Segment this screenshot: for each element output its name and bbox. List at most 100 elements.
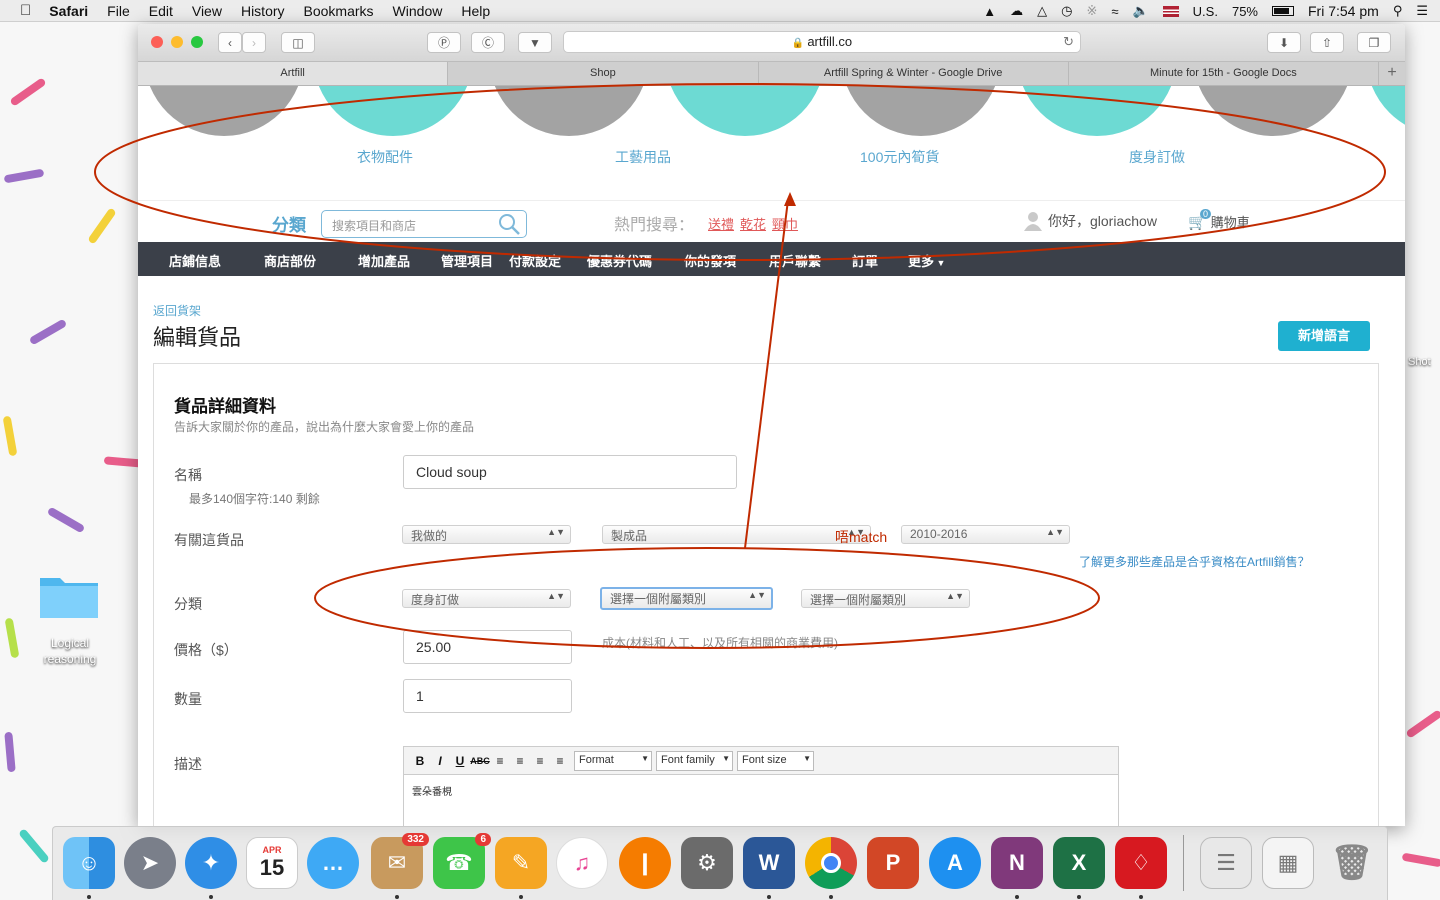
adobe-icon[interactable]: ▲ bbox=[983, 4, 996, 19]
launchpad-icon[interactable]: ➤ bbox=[124, 837, 176, 889]
forward-button[interactable]: › bbox=[242, 32, 266, 53]
align-center-icon[interactable]: ≡ bbox=[510, 754, 530, 768]
align-justify-icon[interactable]: ≡ bbox=[550, 754, 570, 768]
align-left-icon[interactable]: ≡ bbox=[490, 754, 510, 768]
back-to-shelf-link[interactable]: 返回貨架 bbox=[153, 302, 201, 319]
nav-more[interactable]: 更多 ▼ bbox=[908, 251, 945, 270]
minimize-button[interactable] bbox=[171, 36, 183, 48]
menu-history[interactable]: History bbox=[241, 3, 285, 19]
finder-icon[interactable]: ☺ bbox=[63, 837, 115, 889]
category-select[interactable]: 度身訂做 ▲▼ bbox=[402, 589, 571, 608]
category-image[interactable] bbox=[1193, 86, 1353, 136]
category-image[interactable] bbox=[313, 86, 473, 136]
nav-add-product[interactable]: 增加產品 bbox=[358, 251, 410, 270]
share-button[interactable]: ⇧ bbox=[1310, 32, 1344, 53]
nav-shop-sections[interactable]: 商店部份 bbox=[264, 251, 316, 270]
category-link-crafts[interactable]: 工藝用品 bbox=[615, 147, 671, 167]
nav-payment-settings[interactable]: 付款設定 bbox=[509, 251, 561, 270]
excel-icon[interactable]: X bbox=[1053, 837, 1105, 889]
hot-search-link[interactable]: 頸巾 bbox=[772, 214, 798, 233]
price-field[interactable]: 25.00 bbox=[403, 630, 572, 664]
drive-icon[interactable]: △ bbox=[1037, 3, 1047, 19]
align-right-icon[interactable]: ≡ bbox=[530, 754, 550, 768]
notification-center-icon[interactable]: ☰ bbox=[1416, 3, 1428, 19]
messages-icon[interactable]: … bbox=[307, 837, 359, 889]
address-bar[interactable]: 🔒 artfill.co ↻ bbox=[563, 31, 1081, 53]
category-image[interactable] bbox=[144, 86, 304, 136]
category-link-custom[interactable]: 度身訂做 bbox=[1129, 147, 1185, 167]
folder-icon[interactable] bbox=[38, 572, 100, 620]
cart-link[interactable]: 🛒 0 購物車 bbox=[1188, 208, 1250, 231]
trash-icon[interactable]: 🗑 bbox=[1326, 837, 1378, 889]
tabs-overview-button[interactable]: ❐ bbox=[1357, 32, 1391, 53]
battery-icon[interactable] bbox=[1272, 6, 1294, 16]
chrome-icon[interactable] bbox=[805, 837, 857, 889]
mail-icon[interactable]: ✉ 332 bbox=[371, 833, 429, 889]
category-image[interactable] bbox=[665, 86, 825, 136]
pages-icon[interactable]: ✎ bbox=[495, 837, 547, 889]
onenote-icon[interactable]: N bbox=[991, 837, 1043, 889]
user-greeting[interactable]: 你好，gloriachow bbox=[1024, 211, 1157, 231]
nav-user-contacts[interactable]: 用戶聯繫 bbox=[769, 251, 821, 270]
tab-artfill[interactable]: Artfill bbox=[138, 62, 449, 85]
underline-icon[interactable]: U bbox=[450, 754, 470, 768]
safari-icon[interactable]: ✦ bbox=[185, 837, 237, 889]
close-button[interactable] bbox=[151, 36, 163, 48]
menu-help[interactable]: Help bbox=[461, 3, 490, 19]
calendar-icon[interactable]: APR 15 bbox=[246, 837, 298, 889]
folder-label[interactable]: Logical reasoning bbox=[30, 635, 110, 667]
nav-orders[interactable]: 訂單 bbox=[852, 251, 878, 270]
apple-icon[interactable]:  bbox=[20, 2, 31, 19]
hot-search-link[interactable]: 送禮 bbox=[708, 214, 734, 233]
add-language-button[interactable]: 新增語言 bbox=[1278, 321, 1370, 351]
category-link-under-100[interactable]: 100元內筍貨 bbox=[860, 147, 939, 167]
nav-manage-items[interactable]: 管理項目 bbox=[441, 251, 493, 270]
ibooks-icon[interactable]: ❙ bbox=[619, 837, 671, 889]
time-machine-icon[interactable]: ◷ bbox=[1061, 3, 1072, 19]
bold-icon[interactable]: B bbox=[410, 754, 430, 768]
menu-app-name[interactable]: Safari bbox=[49, 3, 88, 19]
format-dropdown[interactable]: Format ▼ bbox=[574, 750, 652, 771]
quantity-field[interactable]: 1 bbox=[403, 679, 572, 713]
cloud-icon[interactable]: ☁ bbox=[1010, 3, 1023, 19]
menu-file[interactable]: File bbox=[107, 3, 130, 19]
eligibility-info-link[interactable]: 了解更多那些產品是合乎資格在Artfill銷售？ bbox=[1079, 553, 1310, 570]
facetime-icon[interactable]: ☎ 6 bbox=[433, 833, 491, 889]
word-icon[interactable]: W bbox=[743, 837, 795, 889]
sidebar-toggle-button[interactable]: ◫ bbox=[281, 32, 315, 53]
strikethrough-icon[interactable]: ABC bbox=[470, 756, 490, 766]
pocket-icon[interactable]: ▼ bbox=[518, 32, 552, 53]
font-size-dropdown[interactable]: Font size ▼ bbox=[737, 750, 814, 771]
italic-icon[interactable]: I bbox=[430, 754, 450, 768]
pinterest-icon[interactable]: Ⓟ bbox=[427, 32, 461, 53]
battery-percent[interactable]: 75% bbox=[1232, 4, 1258, 19]
nav-your-items[interactable]: 你的發項 bbox=[684, 251, 736, 270]
document-stack-icon[interactable]: ☰ bbox=[1200, 837, 1252, 889]
search-icon[interactable] bbox=[498, 213, 520, 235]
grammarly-icon[interactable]: Ⓒ bbox=[471, 32, 505, 53]
back-button[interactable]: ‹ bbox=[218, 32, 242, 53]
category-link-clothing[interactable]: 衣物配件 bbox=[357, 147, 413, 167]
name-field[interactable]: Cloud soup bbox=[403, 455, 737, 489]
clock[interactable]: Fri 7:54 pm bbox=[1308, 3, 1379, 19]
reload-icon[interactable]: ↻ bbox=[1063, 32, 1074, 52]
input-source[interactable]: U.S. bbox=[1193, 4, 1218, 19]
category-image[interactable] bbox=[489, 86, 649, 136]
hot-search-link[interactable]: 乾花 bbox=[740, 214, 766, 233]
subcategory-2-select[interactable]: 選擇一個附屬類別 ▲▼ bbox=[801, 589, 970, 608]
new-tab-button[interactable]: + bbox=[1379, 62, 1405, 85]
what-is-it-select[interactable]: 製成品 ▲▼ bbox=[602, 525, 871, 544]
category-image[interactable] bbox=[1017, 86, 1177, 136]
desktop-file-label[interactable]: Shot bbox=[1408, 356, 1431, 368]
nav-shop-info[interactable]: 店鋪信息 bbox=[169, 251, 221, 270]
downloads-button[interactable]: ⬇ bbox=[1267, 32, 1301, 53]
tab-google-docs[interactable]: Minute for 15th - Google Docs bbox=[1069, 62, 1379, 85]
search-input[interactable]: 搜索項目和商店 bbox=[321, 210, 527, 238]
bluetooth-icon[interactable]: ※ bbox=[1086, 3, 1097, 19]
when-made-select[interactable]: 2010-2016 ▲▼ bbox=[901, 525, 1070, 544]
itunes-icon[interactable]: ♫ bbox=[556, 837, 608, 889]
menu-bookmarks[interactable]: Bookmarks bbox=[304, 3, 374, 19]
acrobat-icon[interactable]: ♢ bbox=[1115, 837, 1167, 889]
subcategory-select[interactable]: 選擇一個附屬類別 ▲▼ bbox=[600, 587, 773, 610]
downloads-stack-icon[interactable]: ▦ bbox=[1262, 837, 1314, 889]
